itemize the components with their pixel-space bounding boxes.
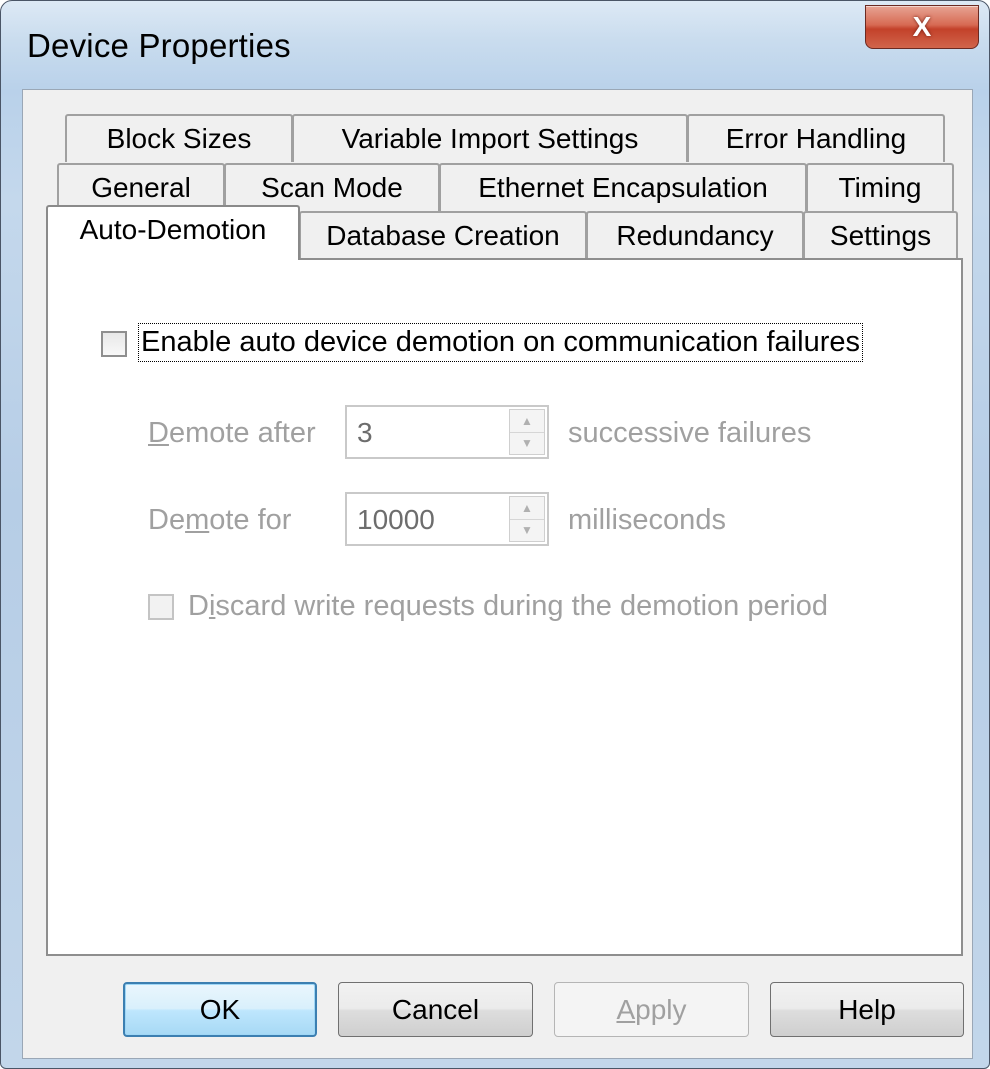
tab-block-sizes[interactable]: Block Sizes	[65, 114, 293, 162]
discard-writes-checkbox[interactable]	[148, 594, 174, 620]
demote-after-value[interactable]: 3	[357, 417, 373, 449]
tab-settings[interactable]: Settings	[803, 211, 958, 259]
tab-general[interactable]: General	[57, 163, 225, 211]
demote-after-label: Demote after	[148, 417, 316, 449]
demote-for-value[interactable]: 10000	[357, 504, 435, 536]
tab-auto-demotion[interactable]: Auto-Demotion	[46, 205, 300, 260]
window-title: Device Properties	[27, 27, 291, 64]
demote-after-unit: successive failures	[568, 417, 812, 449]
title-bar[interactable]: Device Properties X	[1, 1, 989, 89]
spin-down-arrow-icon[interactable]: ▼	[510, 432, 544, 454]
close-icon: X	[912, 11, 932, 42]
ok-button[interactable]: OK	[123, 982, 317, 1037]
close-button[interactable]: X	[865, 5, 979, 49]
spin-up-arrow-icon[interactable]: ▲	[510, 410, 544, 433]
enable-auto-demotion-label[interactable]: Enable auto device demotion on communica…	[138, 323, 863, 362]
discard-writes-label: Discard write requests during the demoti…	[188, 590, 828, 622]
tab-ethernet-encapsulation[interactable]: Ethernet Encapsulation	[439, 163, 807, 211]
tab-database-creation[interactable]: Database Creation	[299, 211, 587, 259]
tab-error-handling[interactable]: Error Handling	[687, 114, 945, 162]
demote-after-spin-buttons: ▲ ▼	[509, 409, 545, 455]
auto-demotion-panel: Enable auto device demotion on communica…	[46, 258, 963, 956]
spin-down-arrow-icon[interactable]: ▼	[510, 519, 544, 541]
demote-for-label: Demote for	[148, 504, 292, 536]
demote-for-spin-buttons: ▲ ▼	[509, 496, 545, 542]
spin-up-arrow-icon[interactable]: ▲	[510, 497, 544, 520]
cancel-button[interactable]: Cancel	[338, 982, 533, 1037]
tab-variable-import-settings[interactable]: Variable Import Settings	[292, 114, 688, 162]
apply-button[interactable]: Apply	[554, 982, 749, 1037]
demote-for-spinner[interactable]: 10000 ▲ ▼	[345, 492, 549, 546]
device-properties-window: Device Properties X Block Sizes Variable…	[0, 0, 990, 1069]
help-button[interactable]: Help	[770, 982, 964, 1037]
enable-auto-demotion-checkbox[interactable]	[101, 331, 127, 357]
demote-for-unit: milliseconds	[568, 504, 726, 536]
tab-redundancy[interactable]: Redundancy	[586, 211, 804, 259]
tab-scan-mode[interactable]: Scan Mode	[224, 163, 440, 211]
demote-after-spinner[interactable]: 3 ▲ ▼	[345, 405, 549, 459]
tab-timing[interactable]: Timing	[806, 163, 954, 211]
